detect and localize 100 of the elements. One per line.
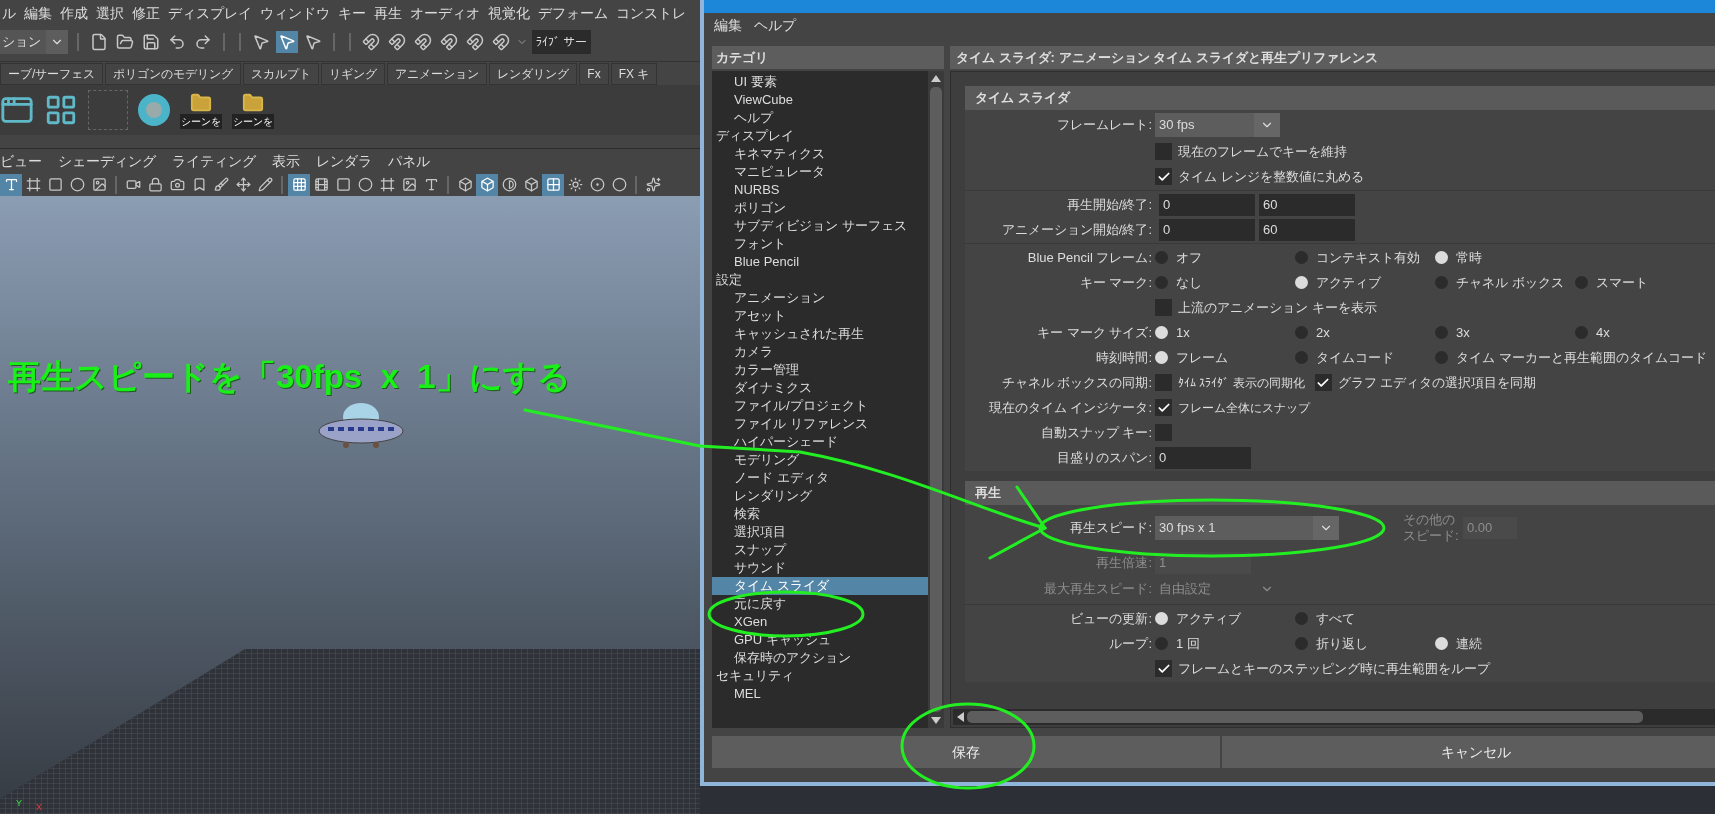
mode-dropdown[interactable]: ション bbox=[0, 30, 68, 54]
category-item[interactable]: 元に戻す bbox=[712, 595, 928, 613]
category-item[interactable]: カラー管理 bbox=[712, 361, 928, 379]
checker-icon[interactable] bbox=[542, 173, 564, 196]
radio-button[interactable] bbox=[1155, 276, 1168, 289]
radio-label[interactable]: アクティブ bbox=[1316, 272, 1381, 293]
radio-button[interactable] bbox=[1575, 276, 1588, 289]
shelf-tab[interactable]: ポリゴンのモデリング bbox=[105, 63, 242, 85]
checkbox-label[interactable]: フレームとキーのステッピング時に再生範囲をループ bbox=[1155, 658, 1490, 679]
radio-button[interactable] bbox=[1295, 637, 1308, 650]
checkbox[interactable] bbox=[1155, 660, 1172, 677]
input-field[interactable]: 0 bbox=[1159, 193, 1255, 216]
checkbox[interactable] bbox=[1314, 374, 1332, 391]
menu-item[interactable]: ヘルプ bbox=[754, 15, 796, 36]
category-item[interactable]: XGen bbox=[712, 613, 928, 631]
shelf-button[interactable]: シーンを bbox=[180, 91, 222, 129]
shelf-tab[interactable]: スカルプト bbox=[243, 63, 320, 85]
section-header[interactable]: タイム スライダ bbox=[965, 86, 1715, 110]
radio-button[interactable] bbox=[1295, 612, 1308, 625]
category-item[interactable]: UI 要素 bbox=[712, 73, 928, 91]
shelf-tab[interactable]: アニメーション bbox=[387, 63, 488, 85]
radio-label[interactable]: タイムコード bbox=[1316, 347, 1394, 368]
category-item[interactable]: ViewCube bbox=[712, 91, 928, 109]
shelf-tab[interactable]: FX キ bbox=[610, 63, 658, 85]
category-item[interactable]: 保存時のアクション bbox=[712, 649, 928, 667]
radio-label[interactable]: 1x bbox=[1176, 322, 1190, 343]
dialog-button[interactable]: 保存 bbox=[712, 736, 1220, 768]
category-item[interactable]: カメラ bbox=[712, 343, 928, 361]
radio-label[interactable]: すべて bbox=[1316, 608, 1355, 629]
radio-button[interactable] bbox=[1295, 351, 1308, 364]
radio-button[interactable] bbox=[1575, 326, 1588, 339]
dropdown[interactable]: 30 fps x 1 bbox=[1155, 516, 1339, 540]
category-item[interactable]: マニピュレータ bbox=[712, 163, 928, 181]
horizontal-scrollbar[interactable] bbox=[953, 709, 1715, 725]
checkbox-label[interactable]: 現在のフレームでキーを維持 bbox=[1155, 141, 1347, 162]
radio-label[interactable]: 連続 bbox=[1456, 633, 1482, 654]
radio-label[interactable]: なし bbox=[1176, 272, 1202, 293]
category-item[interactable]: セキュリティ bbox=[712, 667, 928, 685]
menu-item[interactable]: ディスプレイ bbox=[168, 3, 252, 24]
radio-button[interactable] bbox=[1435, 251, 1448, 264]
menu-item[interactable]: ビュー bbox=[0, 150, 42, 172]
checkbox[interactable] bbox=[1155, 143, 1172, 160]
radio-button[interactable] bbox=[1295, 251, 1308, 264]
magnet-icon[interactable] bbox=[360, 31, 382, 53]
input-field[interactable]: 60 bbox=[1259, 218, 1355, 241]
shelf-tab[interactable]: Fx bbox=[579, 63, 609, 85]
category-item[interactable]: サウンド bbox=[712, 559, 928, 577]
menu-item[interactable]: コンストレ bbox=[616, 3, 686, 24]
checkbox[interactable] bbox=[1155, 168, 1172, 185]
checkbox-label[interactable]: フレーム全体にスナップ bbox=[1178, 398, 1310, 417]
menu-item[interactable]: パネル bbox=[388, 150, 430, 172]
category-item[interactable]: ポリゴン bbox=[712, 199, 928, 217]
menu-item[interactable]: ウィンドウ bbox=[260, 3, 330, 24]
dropdown[interactable]: 30 fps bbox=[1155, 113, 1280, 137]
scroll-up-icon[interactable] bbox=[931, 74, 941, 82]
category-item[interactable]: ファイル リファレンス bbox=[712, 415, 928, 433]
menu-item[interactable]: 作成 bbox=[60, 3, 88, 24]
magnet-icon[interactable] bbox=[438, 31, 460, 53]
shelf-tab[interactable]: リギング bbox=[321, 63, 386, 85]
checkbox[interactable] bbox=[1155, 374, 1172, 391]
radio-label[interactable]: アクティブ bbox=[1176, 608, 1241, 629]
checkbox[interactable] bbox=[1155, 299, 1172, 316]
magnet-icon[interactable] bbox=[464, 31, 486, 53]
menu-item[interactable]: 修正 bbox=[132, 3, 160, 24]
checkbox[interactable] bbox=[1155, 424, 1172, 441]
radio-label[interactable]: タイム マーカーと再生範囲のタイムコード bbox=[1456, 347, 1707, 368]
radio-button[interactable] bbox=[1435, 276, 1448, 289]
live-field[interactable]: ﾗｲﾌﾞ サー bbox=[532, 30, 592, 54]
category-item[interactable]: キネマティクス bbox=[712, 145, 928, 163]
category-item[interactable]: Blue Pencil bbox=[712, 253, 928, 271]
radio-button[interactable] bbox=[1155, 612, 1168, 625]
shelf-tab[interactable]: レンダリング bbox=[489, 63, 578, 85]
menu-item[interactable]: 編集 bbox=[24, 3, 52, 24]
pointer-icon[interactable] bbox=[276, 31, 298, 53]
radio-button[interactable] bbox=[1435, 326, 1448, 339]
checkbox-label[interactable]: ﾀｲﾑ ｽﾗｲﾀﾞ 表示の同期化 bbox=[1178, 373, 1305, 392]
category-item[interactable]: サブディビジョン サーフェス bbox=[712, 217, 928, 235]
magnet-icon[interactable] bbox=[412, 31, 434, 53]
menu-item[interactable]: 選択 bbox=[96, 3, 124, 24]
radio-button[interactable] bbox=[1295, 326, 1308, 339]
scrollbar[interactable] bbox=[928, 71, 944, 728]
category-item[interactable]: ダイナミクス bbox=[712, 379, 928, 397]
radio-label[interactable]: フレーム bbox=[1176, 347, 1228, 368]
radio-label[interactable]: オフ bbox=[1176, 247, 1202, 268]
category-item[interactable]: スナップ bbox=[712, 541, 928, 559]
radio-button[interactable] bbox=[1435, 637, 1448, 650]
radio-label[interactable]: チャネル ボックス bbox=[1456, 272, 1564, 293]
radio-button[interactable] bbox=[1435, 351, 1448, 364]
category-item[interactable]: ノード エディタ bbox=[712, 469, 928, 487]
radio-button[interactable] bbox=[1155, 351, 1168, 364]
shelf-button[interactable]: シーンを bbox=[232, 91, 274, 129]
section-header[interactable]: 再生 bbox=[965, 481, 1715, 505]
input-field[interactable]: 0 bbox=[1159, 218, 1255, 241]
magnet-icon[interactable] bbox=[490, 31, 512, 53]
grid-icon[interactable] bbox=[288, 173, 310, 196]
category-item[interactable]: ファイル/プロジェクト bbox=[712, 397, 928, 415]
radio-label[interactable]: 4x bbox=[1596, 322, 1610, 343]
menu-item[interactable]: 視覚化 bbox=[488, 3, 530, 24]
menu-item[interactable]: ライティング bbox=[172, 150, 256, 172]
checkbox-label[interactable]: 上流のアニメーション キーを表示 bbox=[1155, 297, 1377, 318]
